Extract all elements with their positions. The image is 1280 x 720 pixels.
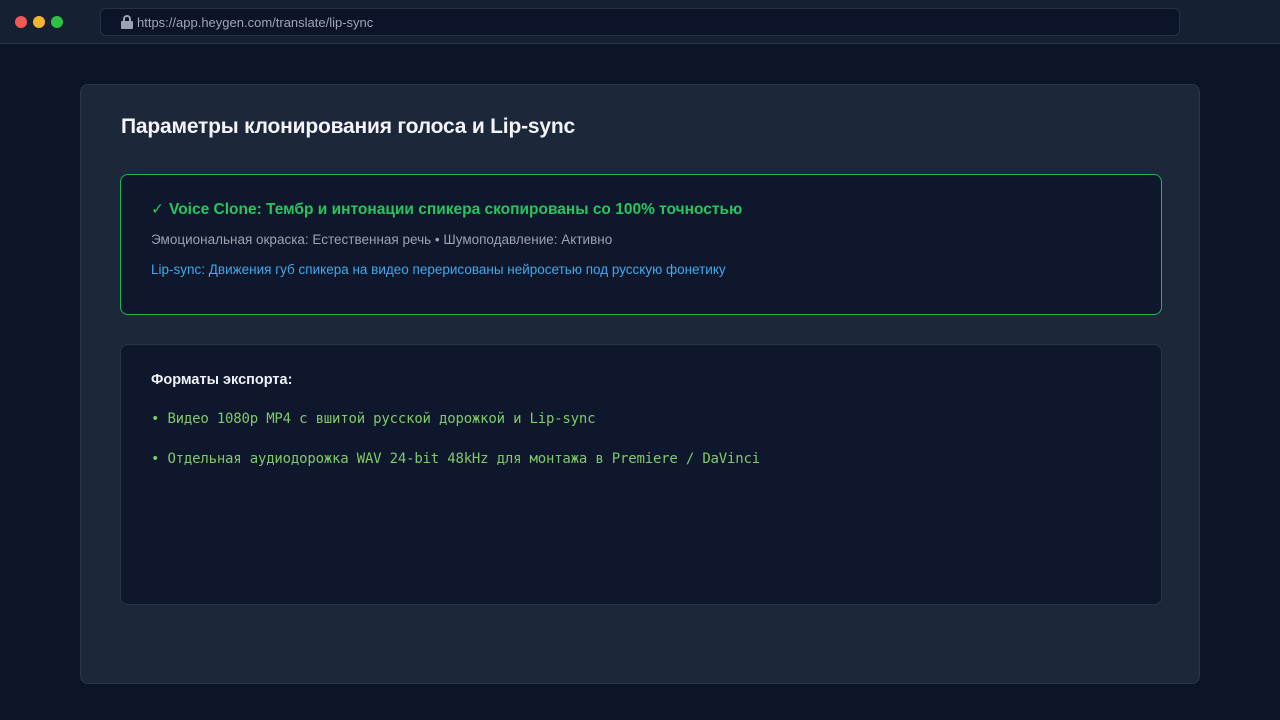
url-text[interactable]: https://app.heygen.com/translate/lip-syn…: [137, 15, 373, 30]
lipsync-status: Lip-sync: Движения губ спикера на видео …: [151, 262, 726, 277]
voice-clone-panel: ✓ Voice Clone: Тембр и интонации спикера…: [120, 174, 1162, 315]
voice-clone-headline: ✓ Voice Clone: Тембр и интонации спикера…: [151, 200, 742, 219]
check-icon: ✓: [151, 201, 164, 218]
export-item-video: • Видео 1080p MP4 с вшитой русской дорож…: [151, 411, 596, 427]
page-title: Параметры клонирования голоса и Lip-sync: [121, 115, 575, 138]
export-formats-panel: Форматы экспорта: • Видео 1080p MP4 с вш…: [120, 344, 1162, 605]
voice-clone-meta: Эмоциональная окраска: Естественная речь…: [151, 232, 613, 247]
maximize-window-button[interactable]: [51, 16, 63, 28]
address-bar[interactable]: https://app.heygen.com/translate/lip-syn…: [100, 8, 1180, 36]
voice-clone-status: Voice Clone: Тембр и интонации спикера с…: [169, 200, 743, 218]
settings-card: Параметры клонирования голоса и Lip-sync…: [80, 84, 1200, 684]
close-window-button[interactable]: [15, 16, 27, 28]
export-formats-title: Форматы экспорта:: [151, 372, 293, 388]
browser-toolbar: https://app.heygen.com/translate/lip-syn…: [0, 0, 1280, 44]
export-item-audio: • Отдельная аудиодорожка WAV 24-bit 48kH…: [151, 451, 760, 467]
lock-icon: [121, 15, 133, 29]
window-controls: [15, 16, 63, 28]
minimize-window-button[interactable]: [33, 16, 45, 28]
